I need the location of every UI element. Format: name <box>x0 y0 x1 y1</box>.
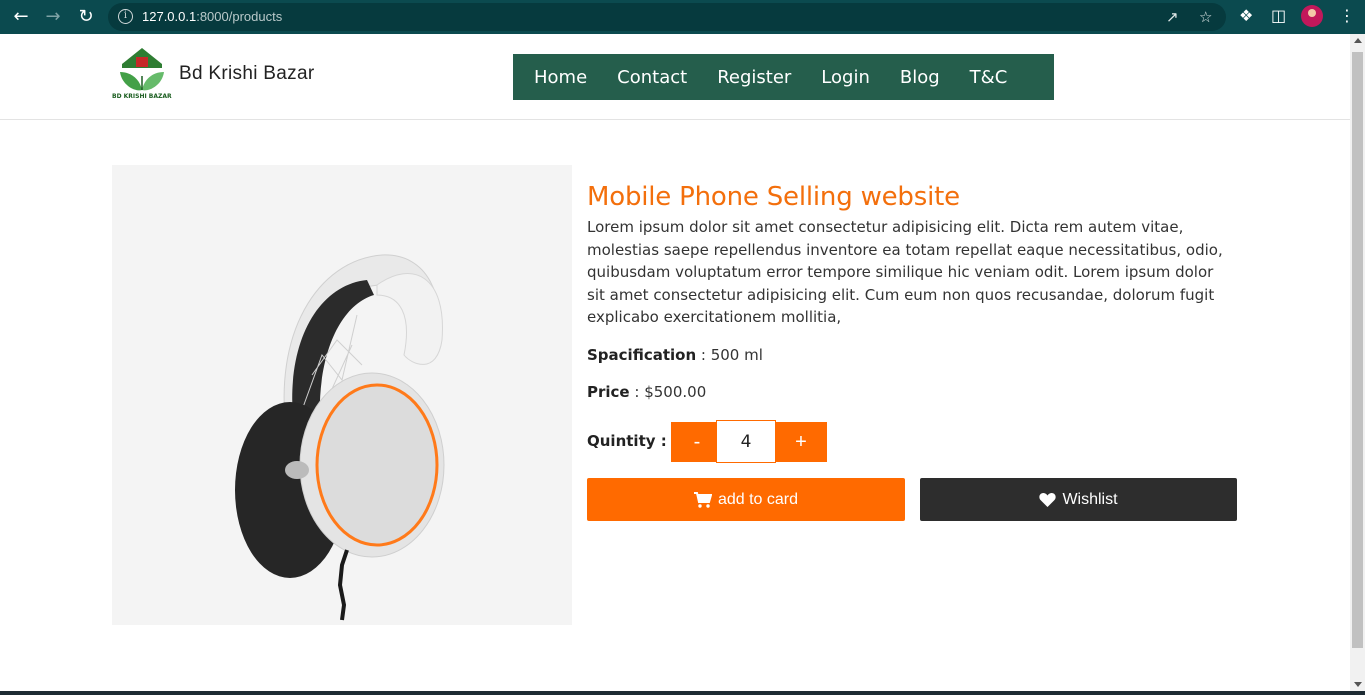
product-title: Mobile Phone Selling website <box>587 182 960 212</box>
cart-icon <box>693 491 712 508</box>
scrollbar-thumb[interactable] <box>1352 52 1363 648</box>
product-spec: Spacification : 500 ml <box>587 346 763 364</box>
page-scrollbar[interactable] <box>1350 34 1365 691</box>
reload-icon[interactable]: ↻ <box>75 6 97 28</box>
menu-dots-icon[interactable]: ⋮ <box>1339 6 1355 25</box>
scroll-up-icon[interactable] <box>1354 38 1362 43</box>
extensions-icon[interactable]: ❖ <box>1239 6 1253 25</box>
share-icon[interactable]: ↗ <box>1166 8 1179 26</box>
logo-house-leaf-icon <box>120 48 164 91</box>
nav-contact[interactable]: Contact <box>617 67 687 88</box>
taskbar-edge <box>0 691 1365 695</box>
nav-blog[interactable]: Blog <box>900 67 940 88</box>
product-description: Lorem ipsum dolor sit amet consectetur a… <box>587 218 1223 326</box>
price-label: Price <box>587 383 630 401</box>
brand-name[interactable]: Bd Krishi Bazar <box>179 63 314 85</box>
spec-value: 500 ml <box>710 346 763 364</box>
wishlist-label: Wishlist <box>1062 490 1118 508</box>
address-bar[interactable]: i 127.0.0.1:8000/products ↗ ☆ <box>108 3 1226 31</box>
nav-login[interactable]: Login <box>821 67 870 88</box>
spec-label: Spacification <box>587 346 697 364</box>
url-text: 127.0.0.1:8000/products <box>142 9 283 24</box>
main-nav: Home Contact Register Login Blog T&C <box>513 54 1054 100</box>
headphones-image <box>235 254 445 621</box>
quantity-increase-button[interactable]: + <box>775 422 827 462</box>
product-image <box>112 165 572 625</box>
nav-terms[interactable]: T&C <box>970 67 1008 88</box>
product-info: Mobile Phone Selling website Lorem ipsum… <box>587 180 1237 521</box>
site-info-icon[interactable]: i <box>118 9 133 24</box>
quantity-row: Quintity : - + <box>587 420 887 463</box>
nav-register[interactable]: Register <box>717 67 791 88</box>
wishlist-button[interactable]: Wishlist <box>920 478 1237 521</box>
quantity-label: Quintity : <box>587 432 667 450</box>
side-panel-icon[interactable]: ◫ <box>1271 6 1286 25</box>
page: BD KRISHI BAZAR Bd Krishi Bazar Home Con… <box>0 34 1350 691</box>
nav-home[interactable]: Home <box>534 67 587 88</box>
bookmark-star-icon[interactable]: ☆ <box>1199 8 1212 26</box>
site-logo[interactable]: BD KRISHI BAZAR <box>112 46 172 106</box>
browser-toolbar: ← → ↻ i 127.0.0.1:8000/products ↗ ☆ ❖ ◫ … <box>0 0 1365 34</box>
product-price: Price : $500.00 <box>587 383 707 401</box>
scroll-down-icon[interactable] <box>1354 682 1362 687</box>
price-value: $500.00 <box>644 383 707 401</box>
logo-caption: BD KRISHI BAZAR <box>112 93 172 100</box>
profile-avatar[interactable] <box>1301 5 1323 27</box>
forward-arrow-icon[interactable]: → <box>42 6 64 28</box>
quantity-input[interactable] <box>716 420 776 463</box>
back-arrow-icon[interactable]: ← <box>10 6 32 28</box>
heart-icon <box>1039 492 1057 507</box>
add-to-cart-label: add to card <box>717 490 799 508</box>
add-to-cart-button[interactable]: add to card <box>587 478 905 521</box>
site-header: BD KRISHI BAZAR Bd Krishi Bazar Home Con… <box>0 34 1350 120</box>
